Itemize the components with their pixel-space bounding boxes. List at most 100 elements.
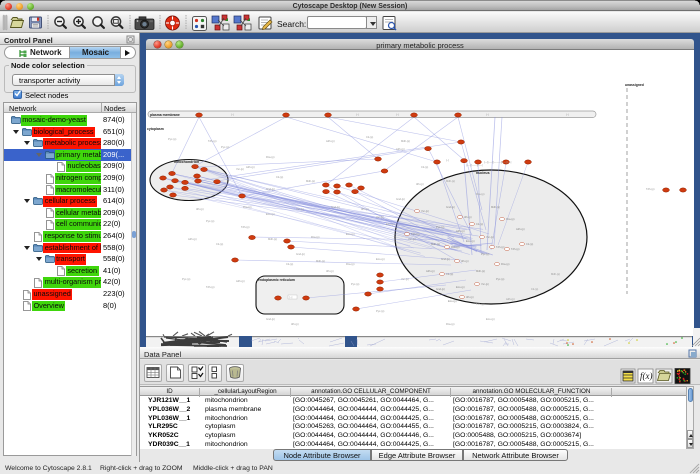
svg-text:Mdh-(p): Mdh-(p): [306, 179, 315, 183]
svg-text:Gnd-(p): Gnd-(p): [331, 205, 340, 209]
svg-text:Fba-(p): Fba-(p): [346, 262, 355, 266]
svg-text:[---][-----][---------][-----]: [---][-----][---------][-----][----]: [484, 161, 512, 164]
svg-text:Adh-(p): Adh-(p): [506, 297, 515, 301]
svg-text:Eno-(p): Eno-(p): [266, 212, 275, 216]
svg-text:Idh-(p): Idh-(p): [326, 269, 334, 273]
svg-text:Fba-(p): Fba-(p): [266, 155, 275, 159]
svg-text:Mdh-(p): Mdh-(p): [401, 139, 410, 143]
svg-text:Yar-(p): Yar-(p): [481, 282, 489, 286]
svg-text:Pyc-(p): Pyc-(p): [206, 219, 214, 223]
svg-text:Adh-(p): Adh-(p): [396, 147, 405, 151]
svg-text:Fba-(p): Fba-(p): [446, 322, 455, 326]
svg-text:nucleus: nucleus: [476, 171, 490, 175]
svg-text:Gnd-(p): Gnd-(p): [436, 287, 445, 291]
svg-text:Yar-(p): Yar-(p): [376, 215, 384, 219]
svg-text:Mdh-(p): Mdh-(p): [476, 269, 485, 273]
svg-text:Cit-(p): Cit-(p): [446, 272, 453, 276]
svg-text:Fba-(p): Fba-(p): [506, 217, 515, 221]
svg-text:Cit-(p): Cit-(p): [526, 242, 533, 246]
svg-text:[--]: [--]: [290, 297, 293, 299]
svg-text:plasma membrane: plasma membrane: [150, 113, 180, 117]
svg-text:Yar-(p): Yar-(p): [486, 235, 494, 239]
svg-text:Adh-(p): Adh-(p): [326, 139, 335, 143]
svg-text:Idh-(p): Idh-(p): [196, 207, 204, 211]
svg-text:Fba-(p): Fba-(p): [476, 192, 485, 196]
svg-text:endoplasmic reticulum: endoplasmic reticulum: [258, 278, 295, 282]
svg-text:Eno-(p): Eno-(p): [386, 222, 395, 226]
svg-text:Yar-(p): Yar-(p): [408, 237, 416, 241]
svg-text:Fba-(p): Fba-(p): [311, 235, 320, 239]
svg-text:Pyc-(p): Pyc-(p): [481, 252, 489, 256]
svg-text:Cit-(p): Cit-(p): [421, 165, 428, 169]
svg-text:Mdh-(p): Mdh-(p): [446, 179, 455, 183]
svg-text:[--]: [--]: [231, 114, 234, 117]
svg-text:Gnd-(p): Gnd-(p): [296, 252, 305, 256]
svg-text:Tdh-(p): Tdh-(p): [511, 247, 520, 251]
svg-text:Idh-(p): Idh-(p): [461, 259, 469, 263]
svg-text:[--]: [--]: [486, 114, 489, 117]
svg-text:Gnd-(p): Gnd-(p): [441, 257, 450, 261]
svg-text:unassigned: unassigned: [625, 83, 644, 87]
svg-text:[-----][------][-----]: [-----][------][-----]: [466, 164, 483, 167]
svg-text:[--]: [--]: [396, 114, 399, 117]
svg-text:Yar-(p): Yar-(p): [401, 277, 409, 281]
svg-text:Pyc-(p): Pyc-(p): [351, 282, 359, 286]
svg-text:Mdh-(p): Mdh-(p): [551, 272, 560, 276]
svg-text:Cit-(p): Cit-(p): [276, 175, 283, 179]
svg-text:Tdh-(p): Tdh-(p): [476, 302, 485, 306]
svg-text:Adh-(p): Adh-(p): [246, 165, 255, 169]
svg-text:Adh-(p): Adh-(p): [236, 279, 245, 283]
svg-text:Idh-(p): Idh-(p): [291, 322, 299, 326]
svg-text:Yar-(p): Yar-(p): [236, 167, 244, 171]
svg-text:Cit-(p): Cit-(p): [531, 287, 538, 291]
svg-text:Idh-(p): Idh-(p): [361, 207, 369, 211]
svg-text:Fba-(p): Fba-(p): [501, 262, 510, 266]
svg-text:Mdh-(p): Mdh-(p): [316, 259, 325, 263]
svg-text:Yar-(p): Yar-(p): [421, 209, 429, 213]
svg-text:Mdh-(p): Mdh-(p): [268, 237, 277, 241]
svg-text:Pyc-(p): Pyc-(p): [376, 309, 384, 313]
svg-text:Tdh-(p): Tdh-(p): [496, 245, 505, 249]
svg-text:Idh-(p): Idh-(p): [416, 182, 424, 186]
svg-text:Pyc-(p): Pyc-(p): [496, 277, 504, 281]
svg-text:Pyc-(p): Pyc-(p): [436, 225, 444, 229]
svg-text:[--]: [--]: [356, 114, 359, 117]
svg-text:[--]: [--]: [446, 159, 449, 162]
svg-text:Fba-(p): Fba-(p): [243, 205, 252, 209]
svg-text:Eno-(p): Eno-(p): [456, 285, 465, 289]
svg-text:Idh-(p): Idh-(p): [466, 295, 474, 299]
svg-text:Gnd-(p): Gnd-(p): [396, 197, 405, 201]
svg-text:Fba-(p): Fba-(p): [451, 245, 460, 249]
svg-text:cytoplasm: cytoplasm: [147, 127, 164, 131]
svg-text:Tdh-(p): Tdh-(p): [646, 187, 655, 191]
svg-text:Cit-(p): Cit-(p): [216, 242, 223, 246]
svg-text:Yar-(p): Yar-(p): [296, 207, 304, 211]
svg-text:f(x): f(x): [640, 371, 653, 381]
svg-text:mitochondrion: mitochondrion: [174, 160, 199, 164]
svg-text:Tdh-(p): Tdh-(p): [411, 232, 420, 236]
svg-text:Mdh-(p): Mdh-(p): [491, 205, 500, 209]
svg-text:Pyc-(p): Pyc-(p): [221, 145, 229, 149]
svg-text:Tdh-(p): Tdh-(p): [208, 139, 217, 143]
svg-text:Adh-(p): Adh-(p): [516, 227, 525, 231]
svg-text:Idh-(p): Idh-(p): [464, 215, 472, 219]
svg-text:Adh-(p): Adh-(p): [456, 229, 465, 233]
svg-text:Adh-(p): Adh-(p): [188, 237, 197, 241]
svg-text:Cit-(p): Cit-(p): [476, 222, 483, 226]
svg-text:Tdh-(p): Tdh-(p): [206, 285, 215, 289]
svg-text:Cit-(p): Cit-(p): [286, 262, 293, 266]
svg-text:Eno-(p): Eno-(p): [466, 239, 475, 243]
svg-text:Eno-(p): Eno-(p): [346, 232, 355, 236]
svg-text:Gnd-(p): Gnd-(p): [266, 317, 275, 321]
svg-text:Adh-(p): Adh-(p): [426, 269, 435, 273]
svg-text:Eno-(p): Eno-(p): [448, 299, 457, 303]
svg-text:Mdh-(p): Mdh-(p): [431, 242, 440, 246]
svg-text:Pyc-(p): Pyc-(p): [182, 277, 190, 281]
svg-text:Eno-(p): Eno-(p): [376, 257, 385, 261]
svg-text:Cit-(p): Cit-(p): [366, 135, 373, 139]
svg-text:Gnd-(p): Gnd-(p): [446, 205, 455, 209]
svg-text:Gnd-(p): Gnd-(p): [266, 187, 275, 191]
svg-text:Pyc-(p): Pyc-(p): [168, 137, 176, 141]
svg-text:Eno-(p): Eno-(p): [486, 317, 495, 321]
svg-text:[--]: [--]: [566, 114, 569, 117]
